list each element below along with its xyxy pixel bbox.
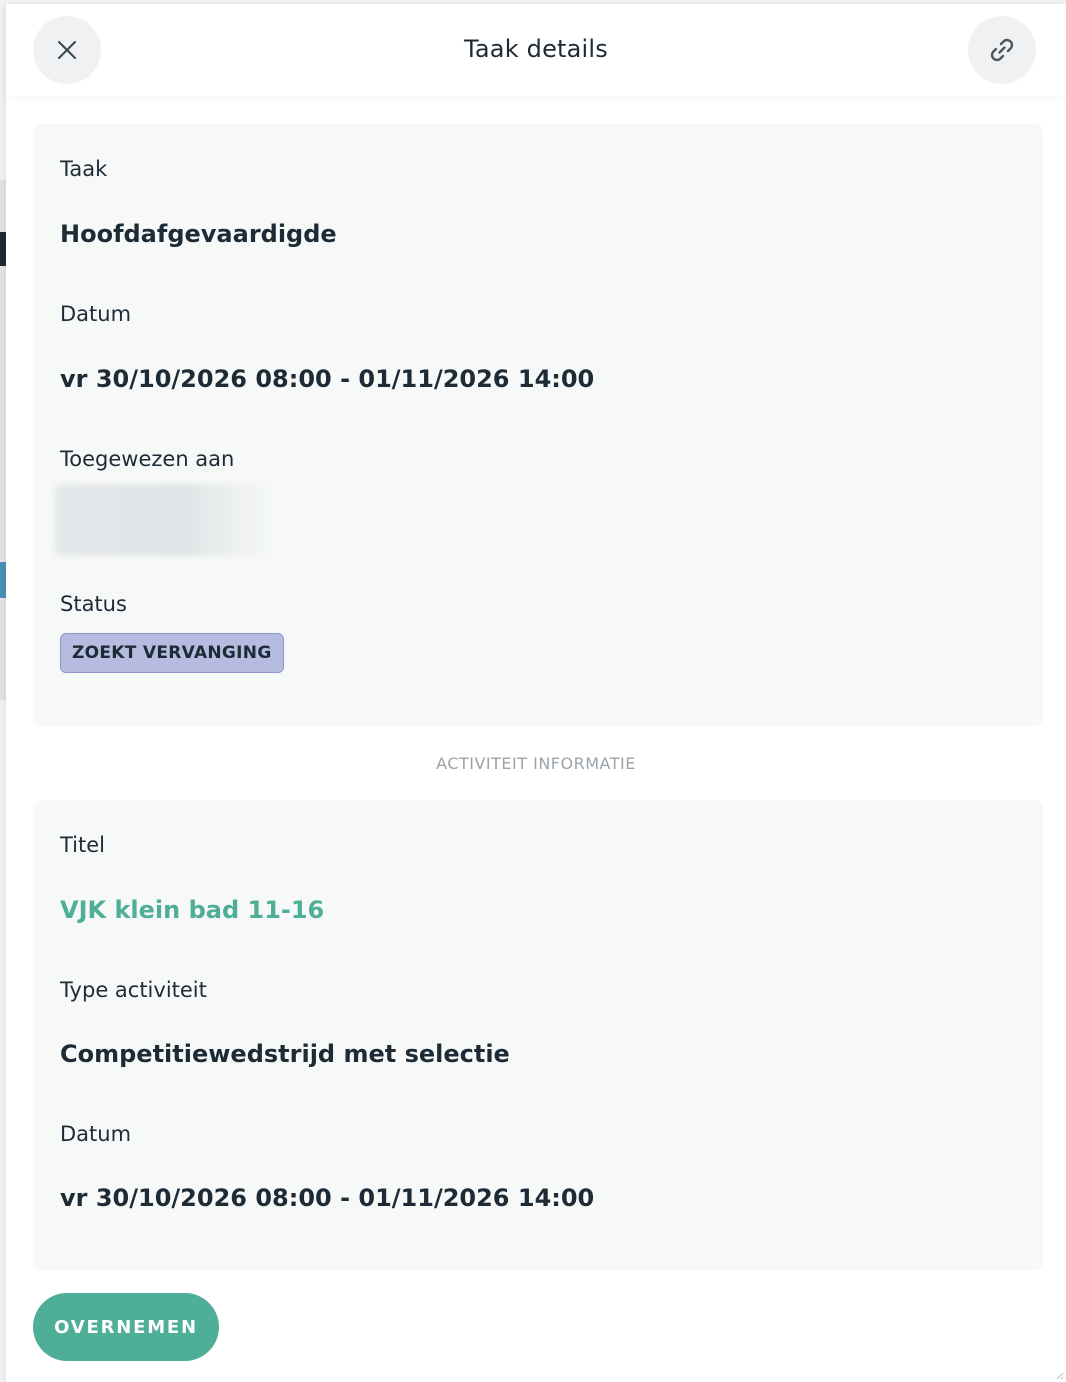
activity-section-title: ACTIVITEIT INFORMATIE <box>436 754 636 773</box>
page-title: Taak details <box>464 35 608 63</box>
task-details-panel: Taak details Taak Hoofdafgevaardigde Dat… <box>6 4 1066 1382</box>
resize-grip-icon[interactable] <box>1054 1370 1064 1380</box>
activity-type-value: Competitiewedstrijd met selectie <box>60 1040 510 1068</box>
panel-header: Taak details <box>6 4 1066 97</box>
task-card: Taak Hoofdafgevaardigde Datum vr 30/10/2… <box>33 124 1043 726</box>
task-label: Taak <box>60 157 108 181</box>
activity-date-value: vr 30/10/2026 08:00 - 01/11/2026 14:00 <box>60 1184 595 1212</box>
link-icon <box>990 38 1014 62</box>
activity-card: Titel VJK klein bad 11-16 Type activitei… <box>33 800 1043 1270</box>
activity-type-label: Type activiteit <box>60 978 207 1002</box>
task-date-value: vr 30/10/2026 08:00 - 01/11/2026 14:00 <box>60 365 595 393</box>
activity-title-link[interactable]: VJK klein bad 11-16 <box>60 896 324 924</box>
assigned-person-redacted <box>55 484 275 556</box>
status-label: Status <box>60 592 127 616</box>
task-value: Hoofdafgevaardigde <box>60 220 337 248</box>
activity-title-label: Titel <box>60 833 106 857</box>
copy-link-button[interactable] <box>968 16 1036 84</box>
status-badge: ZOEKT VERVANGING <box>60 633 284 673</box>
assigned-to-label: Toegewezen aan <box>60 447 235 471</box>
task-date-label: Datum <box>60 302 132 326</box>
take-over-button[interactable]: OVERNEMEN <box>33 1293 219 1361</box>
activity-date-label: Datum <box>60 1122 132 1146</box>
